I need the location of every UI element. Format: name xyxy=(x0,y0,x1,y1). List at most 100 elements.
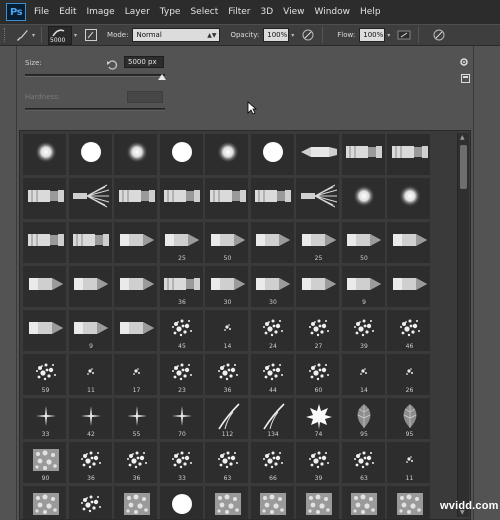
brush-preset-pencil[interactable]: 50 xyxy=(204,221,249,264)
brush-preset-brush-flat[interactable] xyxy=(158,177,204,220)
size-input[interactable]: 5000 px xyxy=(124,56,164,68)
brush-preset-pencil[interactable] xyxy=(386,221,431,264)
brush-panel-toggle-icon[interactable] xyxy=(83,27,99,43)
brush-preset-texture[interactable] xyxy=(22,485,67,519)
brush-preset-soft-round[interactable] xyxy=(113,133,158,176)
brush-preset-hard-round[interactable] xyxy=(158,485,204,519)
brush-preset-spatter-s[interactable]: 14 xyxy=(340,353,386,396)
brush-preset-brush-flat[interactable] xyxy=(22,177,67,220)
brush-preset-spatter-s[interactable]: 11 xyxy=(67,353,113,396)
brush-preset-brush-flat[interactable] xyxy=(249,177,295,220)
brush-preset-fan[interactable] xyxy=(295,177,340,220)
brush-preset-soft-round[interactable] xyxy=(340,177,386,220)
brush-preset-hard-round[interactable] xyxy=(158,133,204,176)
menu-edit[interactable]: Edit xyxy=(59,7,76,17)
brush-preset-pencil[interactable] xyxy=(67,265,113,308)
options-grip[interactable] xyxy=(4,28,8,42)
brush-preset-hard-round[interactable] xyxy=(249,133,295,176)
brush-preset-soft-round[interactable] xyxy=(204,133,249,176)
brush-preset-star[interactable]: 70 xyxy=(158,397,204,440)
brush-preset-grass[interactable]: 112 xyxy=(204,397,249,440)
brush-preset-spatter[interactable]: 24 xyxy=(249,309,295,352)
brush-preset-spatter-s[interactable]: 14 xyxy=(204,309,249,352)
brush-picker[interactable]: 5000 xyxy=(48,25,73,45)
hardness-slider-track[interactable] xyxy=(25,108,165,111)
brush-preset-pencil[interactable] xyxy=(113,265,158,308)
brush-preset-leaf[interactable]: 95 xyxy=(340,397,386,440)
brush-preset-brush-flat[interactable] xyxy=(204,177,249,220)
panel-gear-icon[interactable] xyxy=(459,52,469,66)
brush-preset-pencil[interactable]: 30 xyxy=(204,265,249,308)
menu-type[interactable]: Type xyxy=(160,7,181,17)
brush-preset-spatter[interactable]: 63 xyxy=(340,441,386,484)
brush-preset-spatter[interactable]: 36 xyxy=(67,441,113,484)
brush-preset-spatter-s[interactable]: 11 xyxy=(386,441,431,484)
scroll-up-icon[interactable]: ▲ xyxy=(460,134,465,141)
brush-preset-pencil[interactable]: 50 xyxy=(340,221,386,264)
panel-new-preset-icon[interactable] xyxy=(461,68,471,83)
menu-view[interactable]: View xyxy=(283,7,304,17)
flow-dropdown-arrow-icon[interactable]: ▾ xyxy=(387,32,390,39)
mode-select[interactable]: Normal ▲▼ xyxy=(132,28,221,42)
brush-tool-icon[interactable] xyxy=(14,27,30,43)
preset-scrollbar[interactable]: ▲ ▼ xyxy=(457,133,469,517)
brush-picker-arrow-icon[interactable]: ▾ xyxy=(74,32,77,39)
brush-preset-pencil[interactable] xyxy=(113,309,158,352)
brush-preset-brush-flat[interactable] xyxy=(22,221,67,264)
brush-preset-soft-round[interactable] xyxy=(22,133,67,176)
menu-window[interactable]: Window xyxy=(315,7,351,17)
brush-preset-spatter[interactable]: 27 xyxy=(295,309,340,352)
brush-preset-brush-tip[interactable] xyxy=(295,133,340,176)
brush-preset-spatter[interactable]: 39 xyxy=(295,441,340,484)
brush-preset-pencil[interactable] xyxy=(249,221,295,264)
tool-preset-arrow-icon[interactable]: ▾ xyxy=(32,32,35,39)
pressure-opacity-icon[interactable] xyxy=(300,27,316,43)
brush-preset-pencil[interactable]: 30 xyxy=(249,265,295,308)
brush-preset-pencil[interactable]: 25 xyxy=(158,221,204,264)
brush-preset-brush-flat[interactable] xyxy=(113,177,158,220)
brush-preset-leaf[interactable]: 95 xyxy=(386,397,431,440)
brush-preset-brush-flat[interactable]: 36 xyxy=(158,265,204,308)
brush-preset-fan[interactable] xyxy=(67,177,113,220)
brush-preset-star[interactable]: 55 xyxy=(113,397,158,440)
brush-preset-texture[interactable] xyxy=(295,485,340,519)
brush-preset-spatter[interactable]: 44 xyxy=(249,353,295,396)
brush-preset-soft-round[interactable] xyxy=(386,177,431,220)
menu-3d[interactable]: 3D xyxy=(261,7,274,17)
pressure-size-icon[interactable] xyxy=(431,27,447,43)
brush-preset-texture[interactable] xyxy=(340,485,386,519)
brush-preset-star[interactable]: 33 xyxy=(22,397,67,440)
brush-preset-pencil[interactable]: 9 xyxy=(67,309,113,352)
menu-filter[interactable]: Filter xyxy=(228,7,250,17)
brush-preset-spatter[interactable]: 63 xyxy=(204,441,249,484)
brush-preset-maple[interactable]: 74 xyxy=(295,397,340,440)
menu-help[interactable]: Help xyxy=(360,7,381,17)
brush-preset-grass[interactable]: 134 xyxy=(249,397,295,440)
brush-preset-texture[interactable]: 90 xyxy=(22,441,67,484)
menu-image[interactable]: Image xyxy=(87,7,115,17)
menu-file[interactable]: File xyxy=(34,7,49,17)
scrollbar-thumb[interactable] xyxy=(460,145,467,189)
brush-preset-pencil[interactable] xyxy=(22,309,67,352)
brush-preset-brush-flat[interactable] xyxy=(67,221,113,264)
menu-select[interactable]: Select xyxy=(190,7,218,17)
brush-preset-pencil[interactable]: 25 xyxy=(295,221,340,264)
brush-preset-texture[interactable] xyxy=(386,485,431,519)
brush-preset-texture[interactable] xyxy=(113,485,158,519)
menu-layer[interactable]: Layer xyxy=(125,7,150,17)
brush-preset-texture[interactable] xyxy=(204,485,249,519)
brush-preset-spatter[interactable]: 36 xyxy=(204,353,249,396)
brush-preset-spatter[interactable]: 45 xyxy=(158,309,204,352)
size-slider-thumb[interactable] xyxy=(158,74,166,80)
brush-preset-pencil[interactable] xyxy=(295,265,340,308)
brush-preset-spatter[interactable]: 36 xyxy=(113,441,158,484)
hardness-input[interactable] xyxy=(127,91,163,103)
brush-preset-spatter[interactable]: 66 xyxy=(249,441,295,484)
brush-preset-spatter-s[interactable]: 17 xyxy=(113,353,158,396)
brush-preset-spatter[interactable]: 60 xyxy=(295,353,340,396)
brush-preset-spatter[interactable]: 39 xyxy=(340,309,386,352)
brush-preset-spatter[interactable] xyxy=(67,485,113,519)
opacity-dropdown-arrow-icon[interactable]: ▾ xyxy=(291,32,294,39)
reset-size-icon[interactable] xyxy=(106,56,118,70)
brush-preset-texture[interactable] xyxy=(249,485,295,519)
